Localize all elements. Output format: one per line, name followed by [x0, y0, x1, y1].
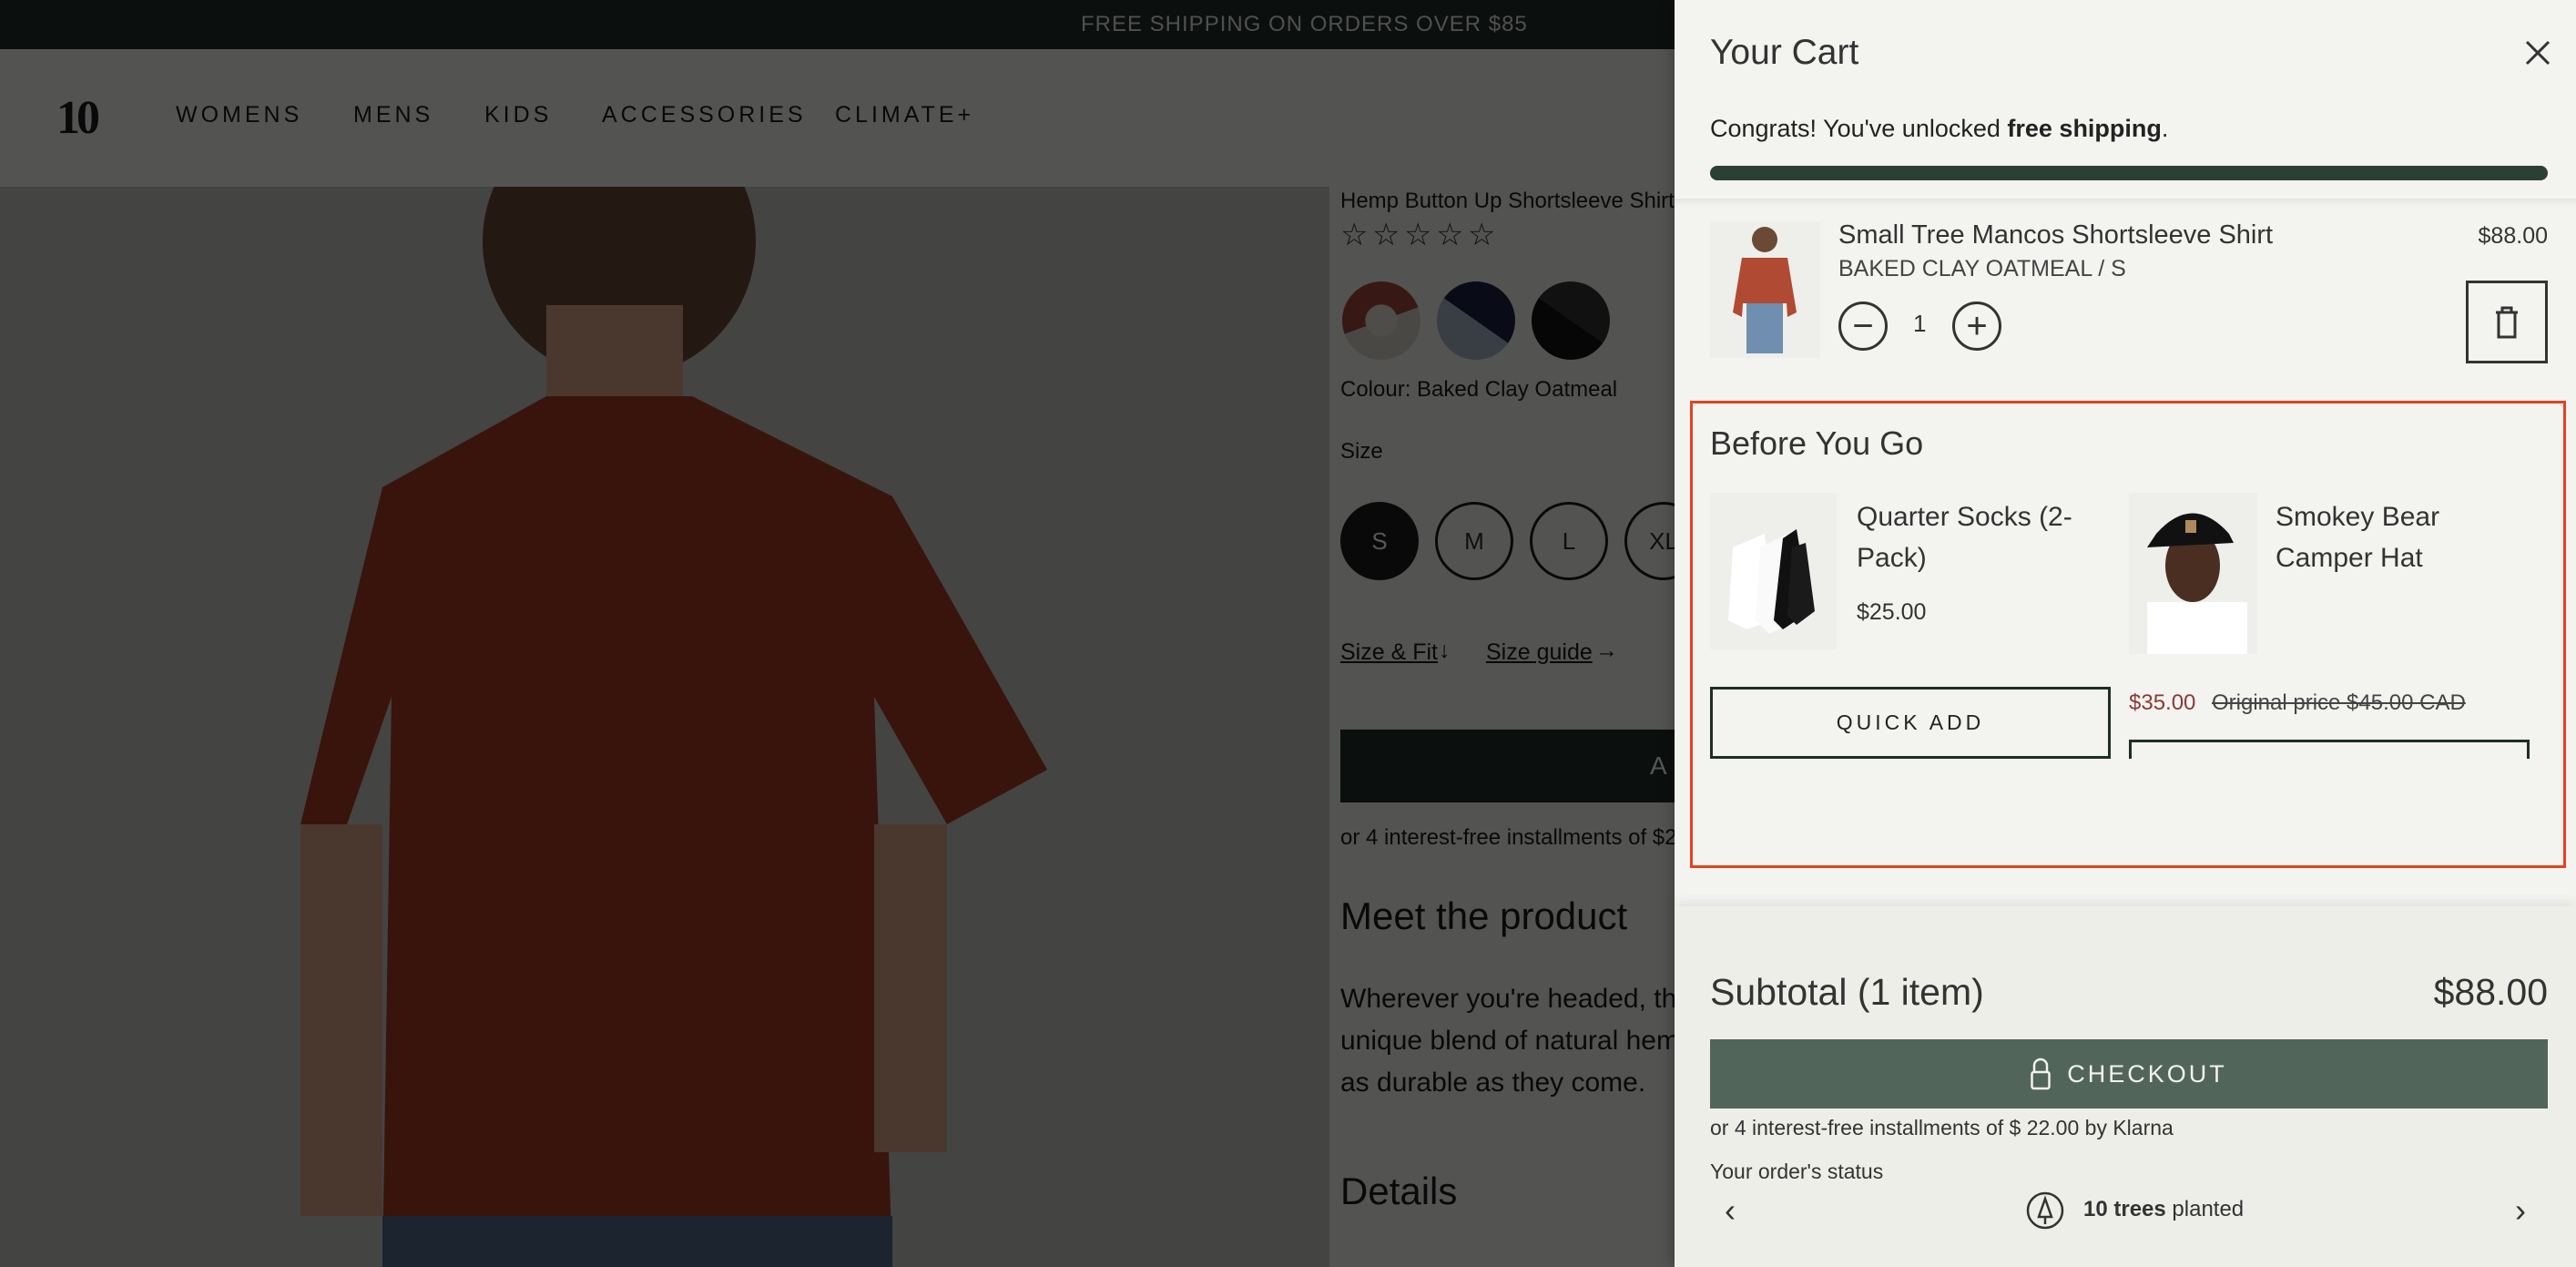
quantity-value: 1: [1913, 310, 1927, 337]
size-guide-link[interactable]: Size guide: [1486, 639, 1593, 666]
add-to-cart-button[interactable]: A: [1340, 730, 1675, 802]
rating-star-icon: ☆: [1372, 218, 1400, 252]
upsell-socks-name[interactable]: Quarter Socks (2-Pack): [1857, 496, 2093, 578]
hat-quick-add-button[interactable]: [2129, 740, 2530, 759]
swatch-baked-clay[interactable]: [1342, 281, 1420, 360]
description-line: as durable as they come.: [1340, 1068, 1646, 1098]
upsell-hat-original-price: Original price $45.00 CAD: [2212, 690, 2466, 715]
free-shipping-bold: free shipping: [2007, 115, 2162, 142]
size-m[interactable]: M: [1435, 502, 1513, 580]
product-photo: [0, 187, 1329, 1267]
nav-item-accessories[interactable]: ACCESSORIES: [602, 102, 807, 128]
cart-title: Your Cart: [1710, 33, 1859, 72]
promo-banner: FREE SHIPPING ON ORDERS OVER $85: [0, 0, 1675, 49]
cart-item-image[interactable]: [1710, 221, 1820, 358]
size-xl[interactable]: XL: [1624, 502, 1675, 580]
tree-icon: [2026, 1191, 2064, 1230]
klarna-text: or 4 interest-free installments of $ 22.…: [1710, 1116, 2174, 1139]
trees-count: 10 trees: [2083, 1197, 2166, 1221]
model-shirt-image: [300, 187, 1047, 1267]
quick-add-button[interactable]: QUICK ADD: [1710, 687, 2111, 759]
upsell-socks-price: $25.00: [1857, 599, 1927, 625]
upsell-hat-name[interactable]: Smokey Bear Camper Hat: [2276, 496, 2512, 578]
socks-image[interactable]: [1710, 493, 1837, 649]
carousel-next-icon[interactable]: ›: [2515, 1191, 2526, 1230]
nav-item-womens[interactable]: WOMENS: [176, 102, 302, 128]
rating-star-icon: ☆: [1468, 218, 1496, 252]
cart-item-price: $88.00: [2478, 223, 2548, 249]
cart-item-variant: BAKED CLAY OATMEAL / S: [1838, 256, 2126, 281]
product-description: Wherever you're headed, thi unique blend…: [1340, 978, 1675, 1104]
arrow-right-icon: →: [1595, 638, 1618, 663]
nav-item-kids[interactable]: KIDS: [484, 102, 552, 128]
size-fit-link[interactable]: Size & Fit: [1340, 639, 1438, 666]
congrats-text: Congrats! You've unlocked: [1710, 115, 2008, 142]
shipping-progress-track: [1710, 166, 2548, 180]
arrow-down-icon: ↓: [1439, 638, 1451, 663]
remove-item-button[interactable]: [2466, 281, 2548, 363]
order-status-label: Your order's status: [1710, 1160, 1884, 1183]
impact-text: 10 trees planted: [2083, 1197, 2244, 1222]
dimmed-product-page[interactable]: FREE SHIPPING ON ORDERS OVER $85 10 WOME…: [0, 0, 1675, 1267]
colour-label: Colour: Baked Clay Oatmeal: [1340, 377, 1618, 402]
quantity-decrease-button[interactable]: −: [1838, 301, 1888, 351]
swatch-navy[interactable]: [1437, 281, 1515, 360]
checkout-button[interactable]: CHECKOUT: [1710, 1039, 2548, 1109]
congrats-suffix: .: [2161, 115, 2169, 142]
brand-logo[interactable]: 10: [56, 91, 100, 145]
installments-text: or 4 interest-free installments of $2: [1340, 825, 1675, 850]
rating-star-icon: ☆: [1340, 218, 1369, 252]
subtotal-value: $88.00: [2433, 971, 2548, 1013]
size-s[interactable]: S: [1340, 502, 1419, 580]
product-title: Hemp Button Up Shortsleeve Shirt: [1340, 189, 1675, 213]
swatch-black[interactable]: [1532, 281, 1610, 360]
upsell-hat-sale-price: $35.00: [2129, 690, 2196, 715]
rating-star-icon: ☆: [1436, 218, 1464, 252]
description-line: unique blend of natural hem: [1340, 1026, 1675, 1056]
size-label: Size: [1340, 439, 1383, 464]
rating-star-icon: ☆: [1404, 218, 1432, 252]
trees-suffix: planted: [2165, 1197, 2245, 1221]
size-l[interactable]: L: [1530, 502, 1608, 580]
carousel-prev-icon[interactable]: ‹: [1725, 1191, 1736, 1230]
header-divider: [1675, 199, 2576, 206]
close-icon[interactable]: [2521, 36, 2554, 69]
upsell-heading: Before You Go: [1710, 424, 1924, 462]
meet-product-heading: Meet the product: [1340, 894, 1628, 937]
promo-banner-text: FREE SHIPPING ON ORDERS OVER $85: [1081, 12, 1528, 36]
description-line: Wherever you're headed, thi: [1340, 984, 1675, 1014]
trash-icon: [2496, 306, 2518, 338]
nav-item-climate[interactable]: CLIMATE+: [835, 102, 974, 128]
shipping-progress-fill: [1710, 166, 2548, 180]
subtotal-label: Subtotal (1 item): [1710, 971, 1984, 1013]
plus-icon: +: [1966, 306, 1988, 346]
hat-image[interactable]: [2129, 493, 2257, 654]
cart-item-name[interactable]: Small Tree Mancos Shortsleeve Shirt: [1838, 220, 2273, 250]
quantity-increase-button[interactable]: +: [1952, 301, 2001, 351]
minus-icon: −: [1852, 306, 1874, 346]
checkout-label: CHECKOUT: [2067, 1059, 2227, 1088]
free-shipping-message: Congrats! You've unlocked free shipping.: [1710, 115, 2168, 143]
nav-item-mens[interactable]: MENS: [353, 102, 433, 128]
lock-icon: [2031, 1058, 2051, 1090]
cart-drawer: Your Cart Congrats! You've unlocked free…: [1675, 0, 2576, 1267]
details-heading: Details: [1340, 1170, 1458, 1212]
